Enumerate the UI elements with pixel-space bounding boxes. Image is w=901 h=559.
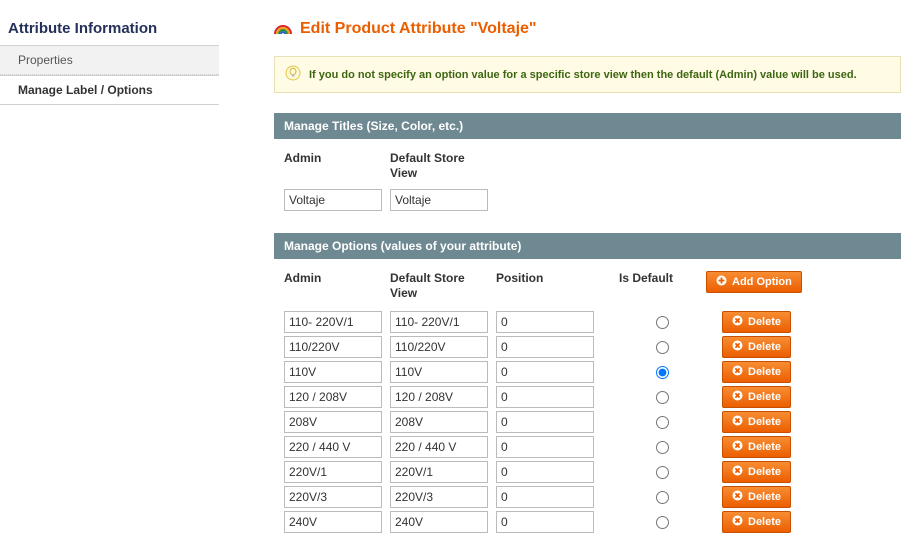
option-position-input[interactable] [496,386,594,408]
delete-icon [732,390,743,404]
option-position-input[interactable] [496,436,594,458]
delete-label: Delete [748,466,781,478]
option-store-input[interactable] [390,386,488,408]
delete-icon [732,490,743,504]
option-row: Delete [284,361,891,383]
delete-icon [732,365,743,379]
delete-option-button[interactable]: Delete [722,511,791,533]
sidebar-tab-manage-label-options[interactable]: Manage Label / Options [0,75,219,105]
sidebar: Attribute Information PropertiesManage L… [0,0,219,536]
option-isdefault-radio[interactable] [656,441,669,454]
option-position-input[interactable] [496,411,594,433]
delete-icon [732,465,743,479]
info-message: If you do not specify an option value fo… [274,56,901,93]
option-isdefault-radio[interactable] [656,366,669,379]
option-row: Delete [284,411,891,433]
delete-option-button[interactable]: Delete [722,461,791,483]
delete-option-button[interactable]: Delete [722,361,791,383]
delete-label: Delete [748,341,781,353]
delete-icon [732,515,743,529]
option-isdefault-radio[interactable] [656,341,669,354]
option-position-input[interactable] [496,336,594,358]
delete-option-button[interactable]: Delete [722,386,791,408]
sidebar-title: Attribute Information [0,20,219,45]
option-position-input[interactable] [496,511,594,533]
delete-label: Delete [748,516,781,528]
options-header-row: Admin Default Store View Position Is Def… [284,271,891,301]
delete-icon [732,340,743,354]
delete-option-button[interactable]: Delete [722,336,791,358]
option-admin-input[interactable] [284,336,382,358]
option-isdefault-radio[interactable] [656,316,669,329]
page-title: Edit Product Attribute "Voltaje" [300,20,537,38]
options-col-admin-header: Admin [284,271,390,301]
option-admin-input[interactable] [284,436,382,458]
option-admin-input[interactable] [284,361,382,383]
option-row: Delete [284,486,891,508]
options-section-header: Manage Options (values of your attribute… [274,233,901,259]
options-col-store-header: Default Store View [390,271,480,301]
option-store-input[interactable] [390,511,488,533]
option-isdefault-radio[interactable] [656,516,669,529]
delete-label: Delete [748,366,781,378]
option-position-input[interactable] [496,461,594,483]
info-message-text: If you do not specify an option value fo… [309,69,857,81]
delete-label: Delete [748,316,781,328]
delete-option-button[interactable]: Delete [722,411,791,433]
delete-icon [732,315,743,329]
main-content: Edit Product Attribute "Voltaje" If you … [219,0,901,536]
option-store-input[interactable] [390,336,488,358]
delete-label: Delete [748,491,781,503]
option-row: Delete [284,511,891,533]
titles-store-input[interactable] [390,189,488,211]
option-row: Delete [284,436,891,458]
option-admin-input[interactable] [284,386,382,408]
titles-col-store-header: Default Store View [390,151,480,181]
delete-option-button[interactable]: Delete [722,486,791,508]
option-position-input[interactable] [496,311,594,333]
option-store-input[interactable] [390,436,488,458]
option-store-input[interactable] [390,486,488,508]
option-row: Delete [284,461,891,483]
option-store-input[interactable] [390,361,488,383]
sidebar-tab-properties[interactable]: Properties [0,45,219,75]
delete-icon [732,440,743,454]
titles-col-admin-header: Admin [284,151,382,181]
lightbulb-icon [285,65,301,84]
option-admin-input[interactable] [284,511,382,533]
option-isdefault-radio[interactable] [656,391,669,404]
option-row: Delete [284,386,891,408]
delete-label: Delete [748,441,781,453]
option-admin-input[interactable] [284,311,382,333]
option-admin-input[interactable] [284,486,382,508]
titles-section-header: Manage Titles (Size, Color, etc.) [274,113,901,139]
option-store-input[interactable] [390,461,488,483]
add-option-button[interactable]: Add Option [706,271,802,293]
delete-icon [732,415,743,429]
option-admin-input[interactable] [284,411,382,433]
option-store-input[interactable] [390,311,488,333]
options-col-position-header: Position [480,271,586,301]
add-option-label: Add Option [732,276,792,288]
delete-option-button[interactable]: Delete [722,436,791,458]
option-position-input[interactable] [496,486,594,508]
option-isdefault-radio[interactable] [656,491,669,504]
option-isdefault-radio[interactable] [656,466,669,479]
option-admin-input[interactable] [284,461,382,483]
delete-label: Delete [748,416,781,428]
option-position-input[interactable] [496,361,594,383]
option-isdefault-radio[interactable] [656,416,669,429]
page-title-row: Edit Product Attribute "Voltaje" [274,20,901,38]
titles-grid: Admin Default Store View [274,151,901,233]
option-row: Delete [284,336,891,358]
titles-admin-input[interactable] [284,189,382,211]
delete-label: Delete [748,391,781,403]
rainbow-icon [274,21,292,38]
option-store-input[interactable] [390,411,488,433]
options-col-isdefault-header: Is Default [586,271,706,301]
option-row: Delete [284,311,891,333]
plus-icon [716,275,727,289]
delete-option-button[interactable]: Delete [722,311,791,333]
